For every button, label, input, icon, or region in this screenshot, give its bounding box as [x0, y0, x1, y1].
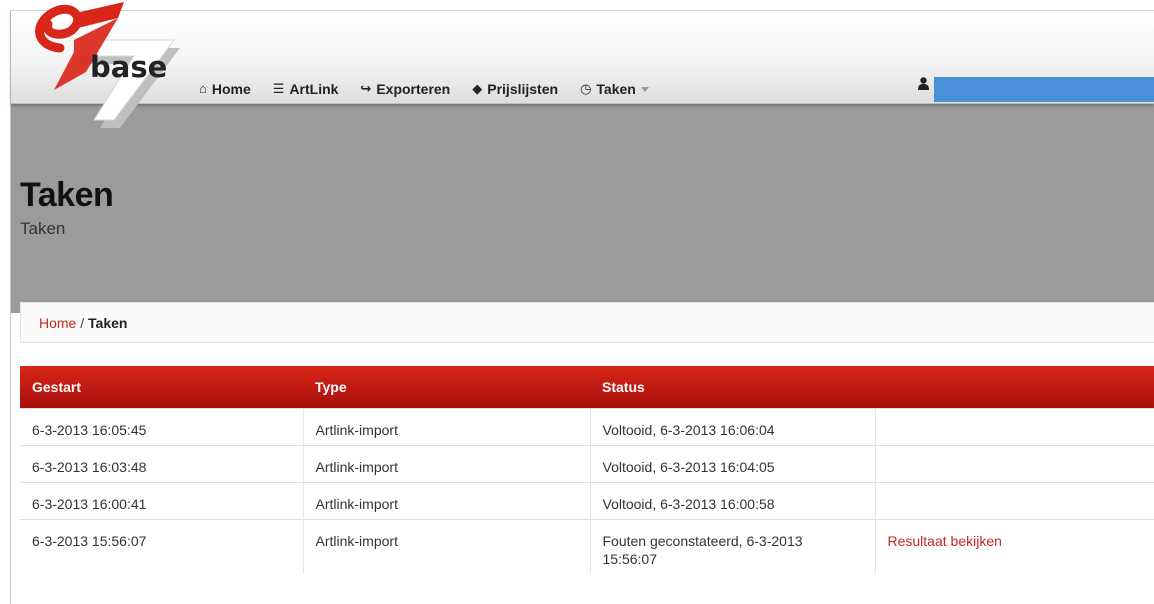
nav-item-label: Home: [211, 81, 251, 97]
tasks-table: Gestart Type Status 6-3-2013 16:05:45 Ar…: [20, 366, 1154, 574]
cell-status: Voltooid, 6-3-2013 16:00:58: [589, 482, 875, 520]
chevron-down-icon: [640, 86, 649, 92]
table-row: 6-3-2013 15:56:07 Artlink-import Fouten …: [20, 519, 1154, 574]
tags-icon: ◆: [472, 81, 483, 96]
list-icon: ☰: [272, 81, 285, 96]
cell-text: Voltooid, 6-3-2013 16:04:05: [602, 459, 775, 475]
nav-item-label: Taken: [596, 81, 636, 97]
breadcrumb-separator: /: [80, 315, 85, 331]
column-header-type[interactable]: Type: [303, 366, 590, 409]
cell-text: Artlink-import: [315, 533, 398, 549]
page-title: Taken: [20, 176, 114, 214]
cell-text: [888, 446, 1154, 458]
cell-started: 6-3-2013 16:00:41: [20, 482, 303, 520]
breadcrumb: Home / Taken: [20, 302, 1154, 343]
nav-item-prijslijsten[interactable]: ◆ Prijslijsten: [472, 81, 558, 97]
logo[interactable]: base: [14, 0, 184, 128]
cell-action: Resultaat bekijken: [874, 519, 1154, 574]
cell-text: Artlink-import: [315, 422, 398, 438]
nav-item-artlink[interactable]: ☰ ArtLink: [273, 81, 339, 97]
cell-type: Artlink-import: [302, 408, 590, 446]
cell-type: Artlink-import: [302, 519, 590, 574]
cell-text: Voltooid, 6-3-2013 16:06:04: [602, 422, 775, 438]
cell-status: Voltooid, 6-3-2013 16:04:05: [589, 445, 875, 483]
nav-item-label: Exporteren: [376, 81, 451, 97]
nav-item-exporteren[interactable]: ↪ Exporteren: [360, 81, 450, 97]
clock-icon: ◷: [580, 81, 592, 96]
cell-started: 6-3-2013 16:05:45: [20, 408, 303, 446]
cell-type: Artlink-import: [302, 482, 590, 520]
page-header-banner: [11, 103, 1154, 313]
cell-action: [874, 408, 1154, 446]
column-header-actions: [875, 366, 1154, 409]
cell-status: Fouten geconstateerd, 6-3-2013 15:56:07: [589, 519, 875, 574]
nav-item-taken-dropdown[interactable]: ◷ Taken: [580, 81, 649, 97]
cell-text: Artlink-import: [315, 459, 398, 475]
page-subtitle: Taken: [20, 219, 66, 238]
cell-action: [874, 445, 1154, 483]
cell-text: [888, 483, 1154, 495]
cell-type: Artlink-import: [302, 445, 590, 483]
breadcrumb-current: Taken: [88, 315, 128, 331]
nav-item-label: ArtLink: [289, 81, 339, 97]
cell-started: 6-3-2013 16:03:48: [20, 445, 303, 483]
cell-text: Artlink-import: [315, 496, 398, 512]
cell-text: Voltooid, 6-3-2013 16:00:58: [602, 496, 775, 512]
table-header-row: Gestart Type Status: [20, 366, 1154, 409]
nav-item-label: Prijslijsten: [487, 81, 559, 97]
cell-text: 6-3-2013 16:05:45: [32, 422, 147, 438]
user-menu[interactable]: [934, 77, 1154, 102]
user-icon: [918, 77, 929, 90]
cell-started: 6-3-2013 15:56:07: [20, 519, 303, 574]
breadcrumb-home-link[interactable]: Home: [39, 315, 76, 331]
table-row: 6-3-2013 16:05:45 Artlink-import Voltooi…: [20, 408, 1154, 446]
home-icon: ⌂: [199, 81, 207, 96]
cell-text: 6-3-2013 16:00:41: [32, 496, 147, 512]
cell-text: 6-3-2013 16:03:48: [32, 459, 147, 475]
nav-item-home[interactable]: ⌂ Home: [199, 81, 251, 97]
view-result-link[interactable]: Resultaat bekijken: [888, 520, 1154, 550]
cell-action: [874, 482, 1154, 520]
cell-text: [888, 409, 1154, 421]
cell-status: Voltooid, 6-3-2013 16:06:04: [589, 408, 875, 446]
cell-text: 6-3-2013 15:56:07: [32, 533, 147, 549]
column-header-status[interactable]: Status: [590, 366, 875, 409]
column-header-started[interactable]: Gestart: [20, 366, 303, 409]
export-icon: ↪: [360, 81, 372, 96]
table-row: 6-3-2013 16:03:48 Artlink-import Voltooi…: [20, 445, 1154, 483]
nav-menu: ⌂ Home ☰ ArtLink ↪ Exporteren ◆ Prijslij…: [199, 74, 671, 104]
cell-text: Fouten geconstateerd, 6-3-2013 15:56:07: [602, 533, 803, 567]
table-row: 6-3-2013 16:00:41 Artlink-import Voltooi…: [20, 482, 1154, 520]
logo-text: base: [90, 50, 168, 84]
